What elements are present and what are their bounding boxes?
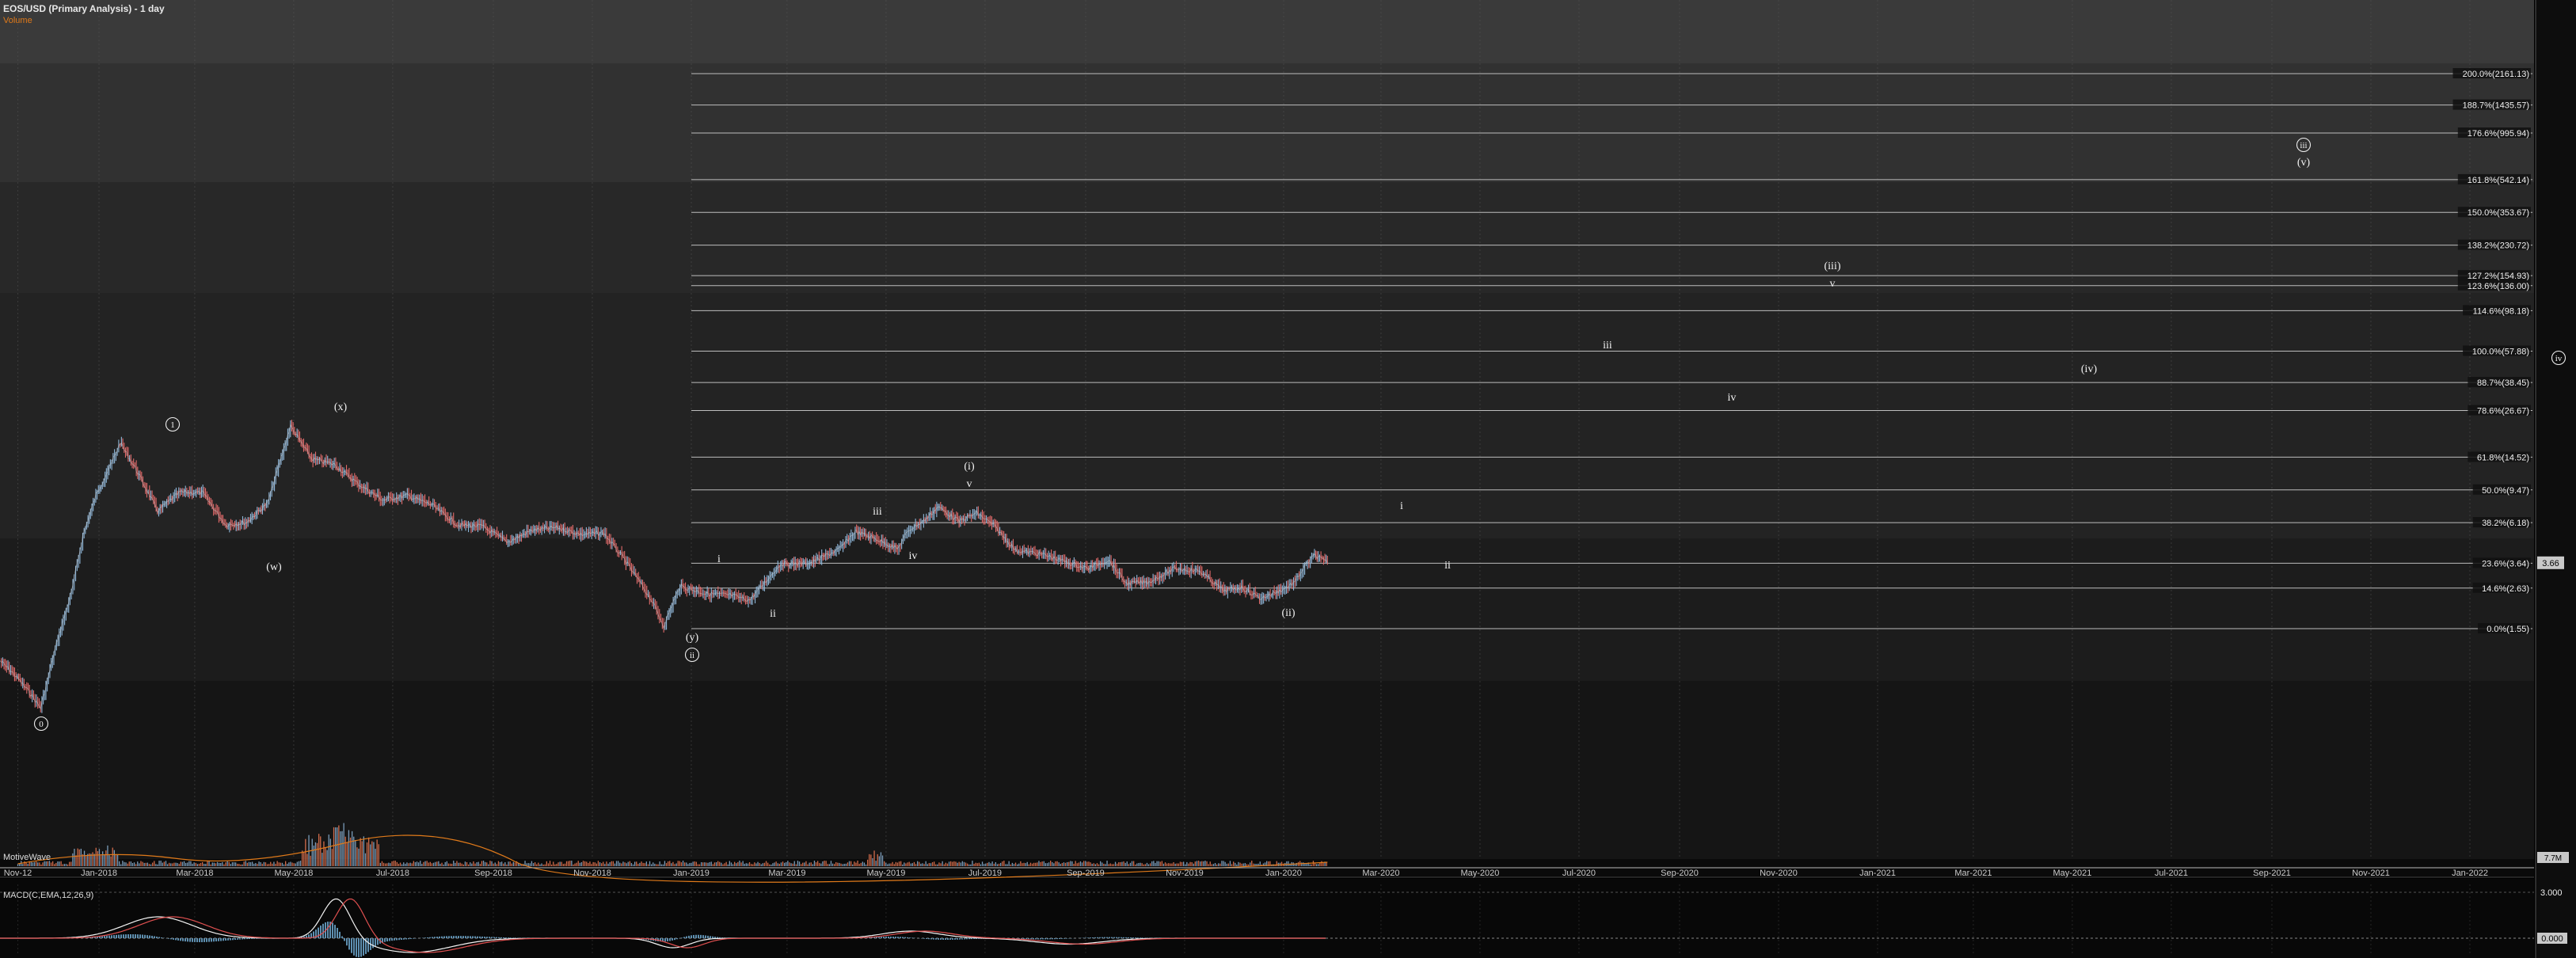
date-tick-label: Jul-2018	[376, 869, 409, 878]
wave-label: iii	[2300, 141, 2307, 150]
wave-label: ii	[690, 651, 694, 660]
date-tick-label: Nov-2021	[2352, 869, 2390, 878]
date-tick-label: Jul-2019	[968, 869, 1002, 878]
chart-header: EOS/USD (Primary Analysis) - 1 day Volum…	[3, 3, 165, 25]
fib-level-label: 88.7%(38.45)	[2477, 378, 2529, 388]
wave-label: ii	[1444, 560, 1451, 572]
wave-label: 0	[39, 720, 44, 729]
price-chart[interactable]: 200.0%(2161.13) 188.7%(1435.57) 176.6%(995…	[0, 0, 2576, 958]
date-tick-label: May-2019	[866, 869, 905, 878]
last-price-label: 3.66	[2542, 559, 2559, 568]
date-tick-label: Jan-2022	[2452, 869, 2488, 878]
background-band	[0, 63, 2534, 182]
fib-level-label: 114.6%(98.18)	[2473, 306, 2529, 316]
volume-legend-label: Volume	[3, 16, 32, 25]
date-tick-label: May-2020	[1460, 869, 1499, 878]
fib-level-label: 23.6%(3.64)	[2482, 559, 2529, 568]
date-tick-label: Jan-2018	[81, 869, 117, 878]
wave-label: (iii)	[1825, 260, 1841, 272]
date-tick-label: May-2018	[274, 869, 313, 878]
date-tick-label: Sep-2018	[474, 869, 512, 878]
fib-level-label: 188.7%(1435.57)	[2463, 101, 2529, 111]
fib-level-label: 176.6%(995.94)	[2468, 129, 2529, 139]
date-tick-label: Jan-2020	[1265, 869, 1302, 878]
wave-label: iii	[1603, 340, 1612, 352]
wave-label: (y)	[686, 632, 699, 644]
fib-level-label: 127.2%(154.93)	[2468, 272, 2529, 281]
wave-label: (iv)	[2081, 363, 2098, 375]
date-tick-label: Nov-12	[4, 869, 32, 878]
wave-label: (x)	[334, 401, 348, 413]
date-tick-label: Nov-2020	[1760, 869, 1798, 878]
fib-level-label: 161.8%(542.14)	[2468, 176, 2529, 185]
fib-level-label: 200.0%(2161.13)	[2463, 70, 2529, 79]
fib-level-label: 123.6%(136.00)	[2468, 282, 2529, 291]
wave-label: i	[717, 553, 721, 565]
wave-label: 1	[170, 420, 175, 430]
fib-level-label: 50.0%(9.47)	[2482, 486, 2529, 496]
fib-level-label: 14.6%(2.63)	[2482, 584, 2529, 594]
fib-level-label: 0.0%(1.55)	[2487, 625, 2529, 634]
fib-level-label: 38.2%(6.18)	[2482, 519, 2529, 528]
wave-label: iv	[909, 550, 918, 562]
macd-indicator-label: MACD(C,EMA,12,26,9)	[3, 891, 94, 900]
macd-panel-bg	[0, 879, 2534, 958]
wave-label: iii	[873, 506, 882, 518]
date-tick-label: Sep-2021	[2253, 869, 2291, 878]
date-tick-label: May-2021	[2053, 869, 2091, 878]
fib-level-label: 100.0%(57.88)	[2472, 347, 2529, 356]
date-tick-label: Sep-2020	[1661, 869, 1699, 878]
fib-level-label: 138.2%(230.72)	[2468, 241, 2529, 251]
wave-label: (ii)	[1281, 607, 1295, 619]
date-tick-label: Mar-2020	[1362, 869, 1399, 878]
date-tick-label: Nov-2019	[1166, 869, 1204, 878]
chart-title: EOS/USD (Primary Analysis) - 1 day	[3, 3, 165, 14]
wave-label: ii	[770, 608, 776, 620]
date-tick-label: Jan-2019	[673, 869, 710, 878]
date-tick-label: Jul-2020	[1562, 869, 1596, 878]
background-band	[0, 182, 2534, 293]
brand-watermark: MotiveWave	[3, 853, 51, 862]
wave-label: i	[1400, 500, 1403, 512]
date-tick-label: Mar-2021	[1954, 869, 1992, 878]
macd-axis-label-top: 3.000	[2540, 888, 2563, 898]
wave-label: iv	[1728, 392, 1737, 404]
wave-label: (w)	[266, 561, 282, 573]
wave-label: v	[1830, 278, 1836, 290]
date-tick-label: Jan-2021	[1859, 869, 1896, 878]
background-band	[0, 681, 2534, 859]
price-axis-bg	[2536, 0, 2576, 958]
wave-label: v	[967, 478, 972, 490]
wave-label: iv	[2555, 354, 2563, 363]
date-tick-label: Sep-2019	[1067, 869, 1105, 878]
date-tick-label: Mar-2018	[176, 869, 213, 878]
date-tick-label: Jul-2021	[2155, 869, 2188, 878]
volume-axis-label: 7.7M	[2544, 854, 2562, 863]
background-band	[0, 0, 2534, 63]
fib-level-label: 78.6%(26.67)	[2477, 407, 2529, 416]
wave-label: (v)	[2297, 157, 2311, 169]
fib-level-label: 61.8%(14.52)	[2477, 453, 2529, 462]
background-band	[0, 538, 2534, 681]
date-tick-label: Nov-2018	[573, 869, 611, 878]
date-tick-label: Mar-2019	[768, 869, 805, 878]
fib-level-label: 150.0%(353.67)	[2468, 208, 2529, 218]
wave-label: (i)	[964, 461, 975, 473]
macd-axis-label-zero: 0.000	[2541, 934, 2563, 944]
